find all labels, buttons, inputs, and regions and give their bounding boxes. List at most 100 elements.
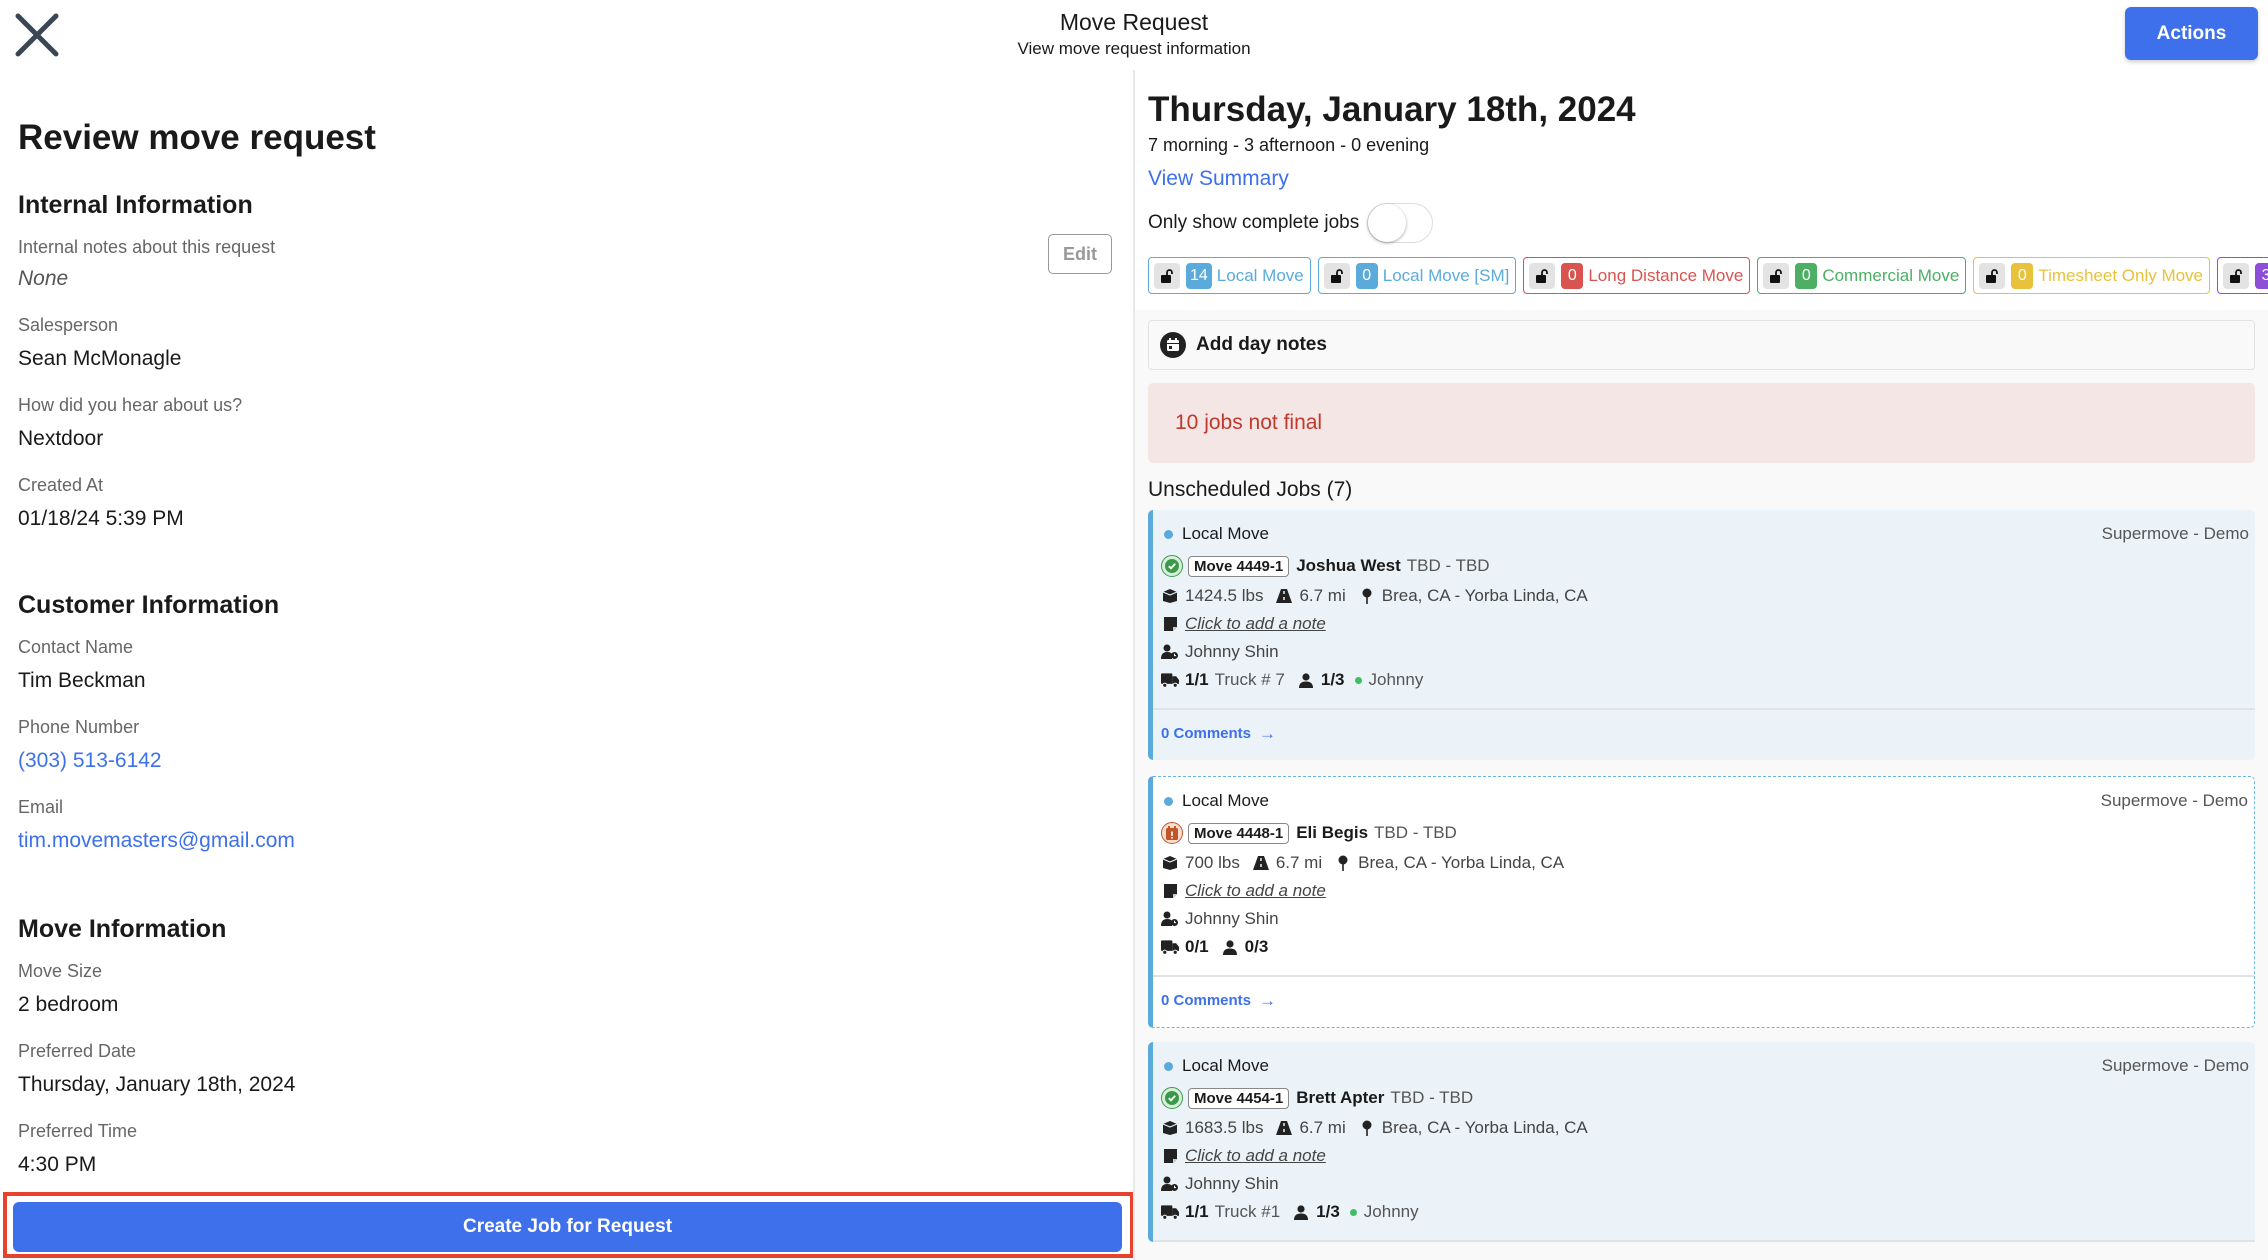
day-schedule-panel: Thursday, January 18th, 2024 7 morning -… xyxy=(1135,70,2268,1260)
move-information-section: Move Information Move Size 2 bedroom Pre… xyxy=(18,914,295,1178)
job-note-row: Click to add a note xyxy=(1161,614,2247,634)
job-type-dot xyxy=(1164,796,1173,806)
field-contact-name: Contact Name Tim Beckman xyxy=(18,636,295,694)
chip-count: 0 xyxy=(1355,262,1378,289)
field-value: 4:30 PM xyxy=(18,1153,97,1176)
comments-link[interactable]: 0 Comments → xyxy=(1153,977,2254,1027)
move-id-badge[interactable]: Move 4454-1 xyxy=(1188,1087,1290,1109)
add-note-link[interactable]: Click to add a note xyxy=(1185,881,1326,901)
note-icon xyxy=(1161,617,1179,631)
actions-button[interactable]: Actions xyxy=(2125,7,2258,60)
customer-name: Brett Apter xyxy=(1296,1088,1385,1107)
comments-link[interactable]: 0 Comments → xyxy=(1153,710,2255,760)
field-label: Salesperson xyxy=(18,315,119,335)
complete-jobs-toggle[interactable] xyxy=(1367,203,1434,243)
truck-name: Truck #1 xyxy=(1214,1202,1281,1221)
header: Move Request View move request informati… xyxy=(0,0,2268,70)
job-type-label: Local Move xyxy=(1182,1056,1269,1075)
job-weight: 1683.5 lbs xyxy=(1185,1118,1264,1137)
job-type: Local Move xyxy=(1164,524,2247,544)
job-weight: 700 lbs xyxy=(1185,853,1240,872)
road-icon xyxy=(1252,856,1270,870)
job-distance: 6.7 mi xyxy=(1275,853,1323,872)
field-label: Move Size xyxy=(18,961,103,981)
job-type: Local Move xyxy=(1164,1056,2247,1076)
arrow-right-icon: → xyxy=(1259,990,1277,1010)
view-summary-link[interactable]: View Summary xyxy=(1148,167,1289,191)
create-job-highlight: Create Job for Request xyxy=(3,1192,1134,1258)
unlock-icon[interactable] xyxy=(1154,262,1180,289)
chip-count: 0 xyxy=(2011,262,2034,289)
organization-name: Supermove - Demo xyxy=(2101,1056,2249,1075)
unlock-icon[interactable] xyxy=(2223,262,2250,289)
create-job-button[interactable]: Create Job for Request xyxy=(13,1202,1122,1252)
job-type-filter-chip[interactable]: 0 Local Move [SM] xyxy=(1317,257,1517,294)
location-pin-icon xyxy=(1358,1120,1376,1136)
box-icon xyxy=(1161,856,1179,870)
job-type-filter-chip[interactable]: 0 Commercial Move xyxy=(1757,257,1967,294)
crew-count: 0/3 xyxy=(1244,937,1269,956)
edit-internal-button[interactable]: Edit xyxy=(1048,234,1112,274)
unlock-icon[interactable] xyxy=(1979,262,2006,289)
job-type-filter-chip[interactable]: 0 Long Distance Move xyxy=(1523,257,1751,294)
crew-count: 1/3 xyxy=(1316,1202,1340,1221)
add-note-link[interactable]: Click to add a note xyxy=(1185,614,1326,634)
job-note-row: Click to add a note xyxy=(1161,881,2246,901)
job-type-dot xyxy=(1164,1061,1173,1071)
chip-label: Local Move xyxy=(1216,265,1304,285)
field-preferred-time: Preferred Time 4:30 PM xyxy=(18,1120,295,1178)
add-day-notes-button[interactable]: Add day notes xyxy=(1148,320,2255,370)
comments-label: 0 Comments xyxy=(1161,725,1252,742)
job-header-row: Move 4448-1 Eli Begis TBD - TBD xyxy=(1161,821,2246,845)
job-time: TBD - TBD xyxy=(1390,1088,1474,1107)
job-type-filter-chip[interactable]: 3 xyxy=(2217,257,2268,294)
email-link[interactable]: tim.movemasters@gmail.com xyxy=(18,828,295,854)
field-value: 01/18/24 5:39 PM xyxy=(18,507,184,530)
job-type-label: Local Move xyxy=(1182,524,1269,543)
job-type-filter-chip[interactable]: 14 Local Move xyxy=(1148,257,1311,294)
unlock-icon[interactable] xyxy=(1763,262,1790,289)
unlock-icon[interactable] xyxy=(1529,262,1556,289)
crew-name: Johnny xyxy=(1368,670,1424,689)
job-card[interactable]: Local Move Supermove - Demo Move 4448-1 Eli… xyxy=(1148,776,2255,1028)
add-note-link[interactable]: Click to add a note xyxy=(1185,1146,1326,1166)
arrow-right-icon: → xyxy=(1259,723,1277,743)
field-phone: Phone Number (303) 513-6142 xyxy=(18,716,295,774)
move-id-badge[interactable]: Move 4448-1 xyxy=(1188,822,1290,844)
job-type-filter-chip[interactable]: 0 Timesheet Only Move xyxy=(1973,257,2211,294)
job-card[interactable]: Local Move Supermove - Demo Move 4449-1 Jos… xyxy=(1148,510,2255,760)
field-label: Phone Number xyxy=(18,717,140,737)
customer-name: Joshua West xyxy=(1296,556,1401,575)
truck-icon xyxy=(1161,672,1179,688)
move-id-badge[interactable]: Move 4449-1 xyxy=(1188,555,1290,577)
chip-label: Long Distance Move xyxy=(1588,265,1744,285)
box-icon xyxy=(1161,589,1179,603)
day-title: Thursday, January 18th, 2024 xyxy=(1148,90,1636,129)
user-icon xyxy=(1297,672,1315,688)
customer-information-section: Customer Information Contact Name Tim Be… xyxy=(18,590,295,854)
field-label: How did you hear about us? xyxy=(18,395,243,415)
field-label: Internal notes about this request xyxy=(18,237,276,257)
unscheduled-jobs-title: Unscheduled Jobs (7) xyxy=(1148,478,1353,501)
truck-icon xyxy=(1161,1204,1179,1220)
job-type-dot xyxy=(1164,529,1173,539)
section-title: Customer Information xyxy=(18,591,280,619)
field-email: Email tim.movemasters@gmail.com xyxy=(18,796,295,854)
field-label: Created At xyxy=(18,475,104,495)
phone-link[interactable]: (303) 513-6142 xyxy=(18,748,295,774)
unlock-icon[interactable] xyxy=(1323,262,1350,289)
truck-name: Truck # 7 xyxy=(1214,670,1285,689)
calendar-icon xyxy=(1160,332,1186,358)
field-referral-source: How did you hear about us? Nextdoor xyxy=(18,394,275,452)
job-card[interactable]: Local Move Supermove - Demo Move 4454-1 Bre… xyxy=(1148,1042,2255,1242)
truck-count: 1/1 xyxy=(1185,1202,1209,1221)
organization-name: Supermove - Demo xyxy=(2101,524,2249,543)
chip-label: Commercial Move xyxy=(1822,265,1960,285)
chip-count: 14 xyxy=(1186,262,1212,289)
card-separator xyxy=(1153,1240,2255,1242)
job-time: TBD - TBD xyxy=(1374,823,1457,842)
job-note-row: Click to add a note xyxy=(1161,1146,2247,1166)
note-icon xyxy=(1161,884,1179,898)
alert-text: 10 jobs not final xyxy=(1175,411,1323,434)
add-day-notes-label: Add day notes xyxy=(1196,334,1327,355)
